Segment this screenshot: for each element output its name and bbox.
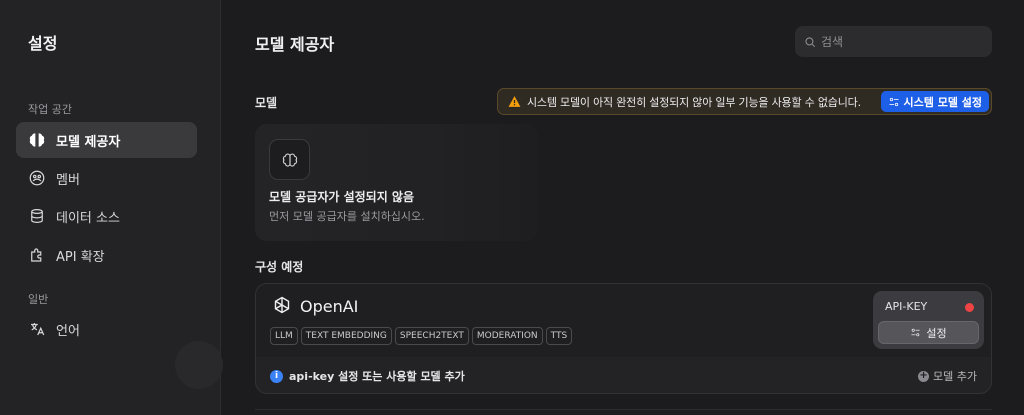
system-model-warning: 시스템 모델이 아직 완전히 설정되지 않아 일부 기능을 사용할 수 없습니다… (497, 88, 992, 115)
provider-info-row: i api-key 설정 또는 사용할 모델 추가 (270, 368, 465, 384)
plus-circle-icon: + (918, 370, 930, 382)
empty-subtitle: 먼저 모델 공급자를 설치하십시오. (269, 210, 425, 223)
api-key-panel: API-KEY 설정 (873, 291, 984, 349)
system-model-settings-label: 시스템 모델 설정 (903, 95, 983, 109)
empty-brain-icon (269, 139, 310, 180)
warning-text: 시스템 모델이 아직 완전히 설정되지 않아 일부 기능을 사용할 수 없습니다… (527, 95, 861, 109)
api-key-settings-button[interactable]: 설정 (878, 321, 979, 344)
sidebar-item-model-provider[interactable]: 모델 제공자 (16, 122, 197, 158)
search-icon (805, 36, 816, 47)
provider-card-openai: OpenAI LLM TEXT EMBEDDING SPEECH2TEXT MO… (255, 283, 992, 394)
divider (255, 409, 992, 410)
page-title: 모델 제공자 (255, 35, 335, 54)
brain-icon (28, 131, 46, 149)
capability-tags: LLM TEXT EMBEDDING SPEECH2TEXT MODERATIO… (270, 327, 573, 345)
provider-info-text: api-key 설정 또는 사용할 모델 추가 (289, 370, 465, 383)
sliders-icon (911, 328, 920, 337)
sidebar-item-label: 언어 (56, 323, 80, 339)
add-model-label: 모델 추가 (933, 370, 977, 383)
info-icon: i (270, 369, 283, 383)
tag-tts: TTS (545, 327, 573, 345)
sidebar-item-label: 데이터 소스 (56, 210, 120, 226)
provider-name: OpenAI (300, 296, 359, 316)
tag-llm: LLM (270, 327, 298, 345)
sidebar-item-language[interactable]: 언어 (16, 311, 197, 347)
main-content: 모델 제공자 모델 시스템 모델이 아직 완전히 설정되지 않아 일부 기능을 … (222, 0, 1024, 415)
database-icon (28, 207, 46, 225)
to-configure-section-label: 구성 예정 (255, 260, 304, 274)
provider-brand: OpenAI (270, 294, 358, 318)
sidebar-item-members[interactable]: 멤버 (16, 160, 197, 196)
sidebar-item-api-extension[interactable]: API 확장 (16, 237, 197, 273)
tag-speech2text: SPEECH2TEXT (394, 327, 469, 345)
api-key-label: API-KEY (885, 300, 928, 313)
members-icon (28, 169, 46, 187)
system-model-settings-button[interactable]: 시스템 모델 설정 (880, 91, 989, 112)
tag-text-embedding: TEXT EMBEDDING (300, 327, 392, 345)
sidebar-item-data-source[interactable]: 데이터 소스 (16, 198, 197, 234)
puzzle-icon (28, 246, 46, 264)
sidebar-item-label: 멤버 (56, 172, 80, 188)
sidebar-title: 설정 (28, 34, 58, 53)
sidebar: 설정 작업 공간 모델 제공자 멤버 데이터 소스 API 확장 일반 언어 (0, 0, 223, 415)
api-key-settings-label: 설정 (926, 326, 947, 340)
add-model-button[interactable]: + 모델 추가 (918, 368, 977, 384)
floating-circle (175, 341, 223, 389)
sidebar-item-label: 모델 제공자 (56, 134, 121, 150)
sidebar-item-label: API 확장 (56, 249, 105, 265)
sliders-icon (889, 97, 898, 106)
translate-icon (28, 320, 46, 338)
sidebar-section-workspace: 작업 공간 (28, 103, 72, 116)
models-section-label: 모델 (255, 96, 278, 110)
empty-provider-card: 모델 공급자가 설정되지 않음 먼저 모델 공급자를 설치하십시오. (255, 124, 538, 241)
sidebar-section-general: 일반 (28, 293, 49, 306)
openai-logo-icon (274, 296, 290, 314)
warning-icon (508, 96, 521, 107)
api-key-status-dot (965, 303, 974, 312)
search-box[interactable] (795, 26, 992, 57)
empty-title: 모델 공급자가 설정되지 않음 (269, 190, 415, 204)
search-input[interactable] (821, 34, 981, 49)
tag-moderation: MODERATION (471, 327, 543, 345)
